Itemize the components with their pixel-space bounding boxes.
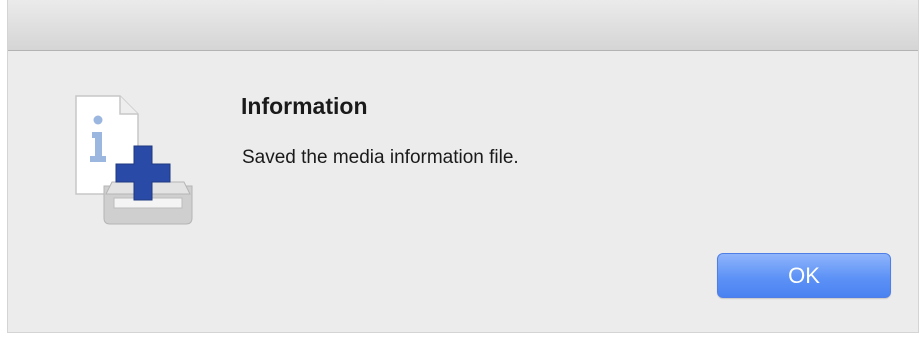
window-titlebar[interactable] [8, 0, 918, 51]
media-info-add-icon [75, 95, 193, 225]
dialog-title: Information [241, 93, 368, 119]
information-dialog: Information Saved the media information … [8, 0, 918, 332]
ok-button[interactable]: OK [717, 253, 891, 298]
dialog-message: Saved the media information file. [242, 147, 519, 168]
